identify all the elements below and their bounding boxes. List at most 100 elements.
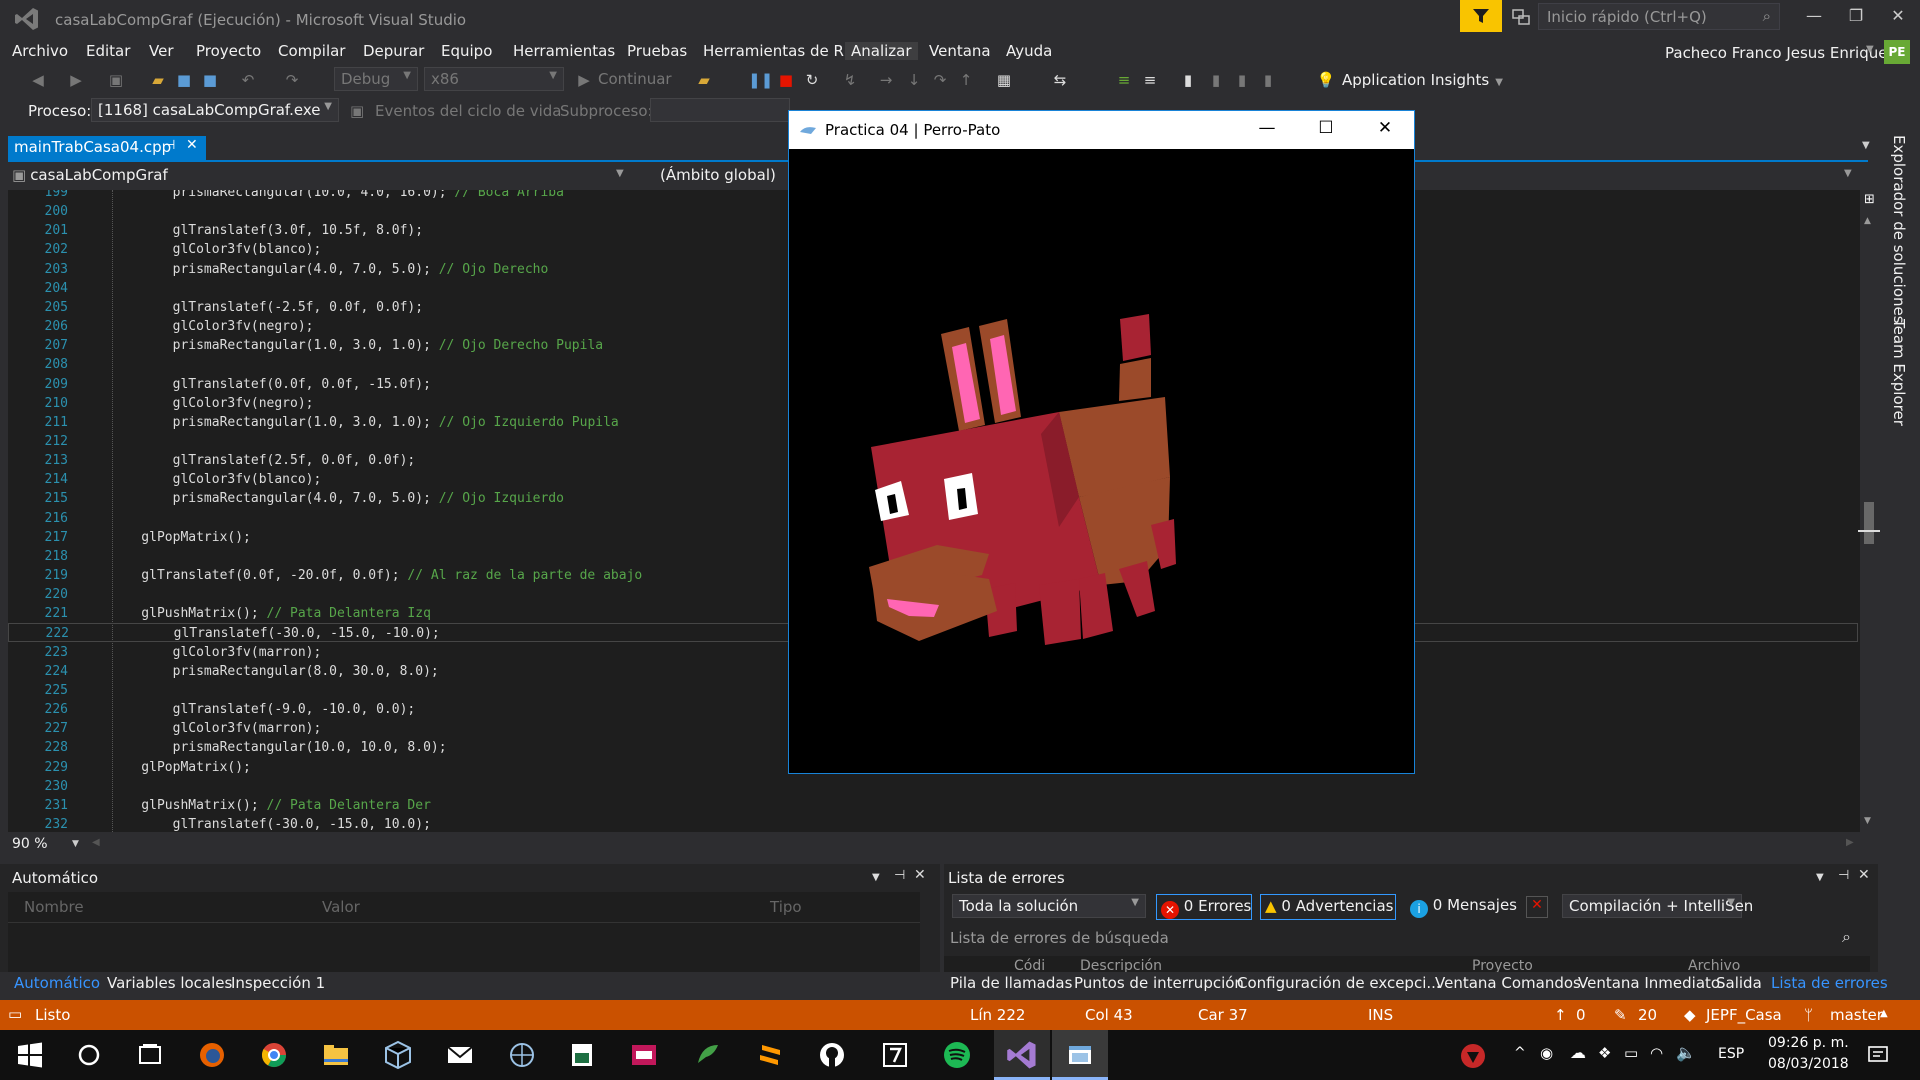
antivirus-tray-icon[interactable] [1460, 1043, 1486, 1069]
menu-herramientas-r[interactable]: Herramientas de R [703, 42, 844, 60]
chrome-icon[interactable] [258, 1039, 290, 1071]
avatar[interactable]: PE [1884, 40, 1910, 64]
chevron-up-icon[interactable]: ^ [1514, 1045, 1526, 1061]
chevron-down-icon[interactable]: ▼ [72, 839, 79, 849]
minimize-icon[interactable]: — [1252, 118, 1282, 142]
step-over-icon[interactable]: ↓ [904, 70, 924, 90]
scope-dropdown[interactable]: Toda la solución ▼ [952, 894, 1146, 918]
tab-automatico[interactable]: Automático [14, 974, 100, 992]
save-all-icon[interactable]: ■ [200, 70, 220, 90]
chevron-down-icon[interactable]: ▼ [1844, 168, 1852, 179]
code-line[interactable]: 230 [8, 777, 1858, 796]
menu-herramientas[interactable]: Herramientas [513, 42, 615, 60]
clock-time[interactable]: 09:26 p. m. [1768, 1035, 1849, 1051]
file-explorer-icon[interactable] [320, 1039, 352, 1071]
opengl-app-window[interactable]: Practica 04 | Perro-Pato — ☐ ✕ [788, 110, 1415, 774]
warnings-filter-button[interactable]: ▲ 0 Advertencias [1260, 894, 1396, 920]
restore-icon[interactable]: ❐ [1838, 6, 1874, 30]
undo-icon[interactable]: ↶ [238, 70, 258, 90]
github-icon[interactable] [816, 1039, 848, 1071]
clear-filter-icon[interactable]: ✕ [1526, 896, 1548, 918]
menu-ver[interactable]: Ver [149, 42, 174, 60]
solution-explorer-tab[interactable]: Explorador de soluciones [1890, 135, 1908, 324]
maximize-icon[interactable]: ☐ [1311, 118, 1341, 142]
scroll-down-icon[interactable]: ▼ [1864, 816, 1871, 826]
tab-immediate-window[interactable]: Ventana Inmediato [1578, 974, 1720, 992]
close-icon[interactable]: ✕ [914, 867, 926, 883]
search-icon[interactable]: ⌕ [1842, 927, 1851, 947]
spreadsheet-icon[interactable] [566, 1039, 598, 1071]
chevron-down-icon[interactable]: ▼ [872, 872, 880, 883]
tab-error-list[interactable]: Lista de errores [1771, 974, 1888, 992]
tab-output[interactable]: Salida [1716, 974, 1762, 992]
chevron-down-icon[interactable]: ▼ [1816, 872, 1824, 883]
pause-icon[interactable]: ❚❚ [748, 70, 773, 90]
spotify-icon[interactable] [941, 1039, 973, 1071]
unpushed-count[interactable]: 0 [1576, 1006, 1586, 1024]
feedback-icon[interactable] [1510, 6, 1532, 28]
chevron-up-icon[interactable]: ▲ [1880, 1008, 1888, 1019]
menu-analizar[interactable]: Analizar [845, 42, 918, 60]
menu-proyecto[interactable]: Proyecto [196, 42, 261, 60]
sublime-text-icon[interactable] [754, 1039, 786, 1071]
tab-inspeccion-1[interactable]: Inspección 1 [231, 974, 325, 992]
windows-start-icon[interactable] [14, 1039, 46, 1071]
hex-icon[interactable]: ▦ [994, 70, 1014, 90]
opengl-canvas[interactable] [789, 149, 1414, 773]
app-window-titlebar[interactable]: Practica 04 | Perro-Pato — ☐ ✕ [789, 111, 1414, 149]
action-center-icon[interactable] [1866, 1043, 1890, 1067]
tab-breakpoints[interactable]: Puntos de interrupción [1074, 974, 1244, 992]
pin-icon[interactable]: ⊣ [164, 138, 175, 153]
pencil-icon[interactable]: ✎ [1614, 1006, 1627, 1024]
process-dropdown[interactable]: [1168] casaLabCompGraf.exe ▼ [91, 98, 339, 122]
threads-icon[interactable]: ⇆ [1050, 70, 1070, 90]
pending-changes-count[interactable]: 20 [1638, 1006, 1657, 1024]
virtualbox-icon[interactable] [382, 1039, 414, 1071]
tab-overflow-icon[interactable]: ▼ [1862, 140, 1870, 151]
continue-button[interactable]: Continuar [598, 70, 672, 88]
lifecycle-icon[interactable]: ▣ [350, 102, 364, 120]
platform-dropdown[interactable]: x86 ▼ [424, 67, 564, 91]
chevron-down-icon[interactable]: ▼ [616, 168, 624, 179]
outdent-icon[interactable]: ≡ [1140, 70, 1160, 90]
team-explorer-tab[interactable]: Team Explorer [1890, 319, 1908, 426]
messages-filter-button[interactable]: i 0 Mensajes [1406, 894, 1517, 920]
new-project-icon[interactable]: ▣ [106, 70, 126, 90]
thread-dropdown[interactable] [650, 98, 790, 122]
menu-depurar[interactable]: Depurar [363, 42, 424, 60]
autos-grid[interactable]: Nombre Valor Tipo [8, 892, 920, 972]
menu-pruebas[interactable]: Pruebas [627, 42, 687, 60]
close-icon[interactable]: ✕ [1880, 6, 1916, 30]
show-next-icon[interactable]: → [876, 70, 896, 90]
wifi-icon[interactable]: ◠ [1650, 1044, 1663, 1062]
battery-icon[interactable]: ▭ [1624, 1044, 1638, 1062]
7zip-icon[interactable] [879, 1039, 911, 1071]
code-line[interactable]: 231 glPushMatrix(); // Pata Delantera De… [8, 796, 1858, 815]
branch-name[interactable]: master [1830, 1006, 1883, 1024]
next-bookmark-icon[interactable]: ▮ [1232, 70, 1252, 90]
close-icon[interactable]: ✕ [1858, 867, 1870, 883]
menu-equipo[interactable]: Equipo [441, 42, 492, 60]
tab-maintrabcasa04[interactable]: mainTrabCasa04.cpp ⊣ ✕ [8, 136, 206, 160]
scroll-right-icon[interactable]: ▶ [1846, 837, 1854, 848]
task-view-icon[interactable] [134, 1039, 166, 1071]
error-search-box[interactable]: Lista de errores de búsqueda ⌕ [944, 926, 1870, 950]
stop-icon[interactable]: ■ [776, 70, 796, 90]
tab-exception-settings[interactable]: Configuración de excepci... [1237, 974, 1441, 992]
close-icon[interactable]: ✕ [186, 137, 198, 153]
continue-icon[interactable]: ▶ [574, 70, 594, 90]
user-name[interactable]: Pacheco Franco Jesus Enrique [1665, 44, 1887, 62]
scroll-up-icon[interactable]: ▲ [1864, 216, 1871, 226]
forward-icon[interactable]: ▶ [66, 70, 86, 90]
menu-editar[interactable]: Editar [86, 42, 130, 60]
cortana-icon[interactable] [73, 1039, 105, 1071]
cloud-tray-icon[interactable]: ☁ [1570, 1043, 1586, 1062]
pin-icon[interactable]: ⊣ [1838, 868, 1849, 883]
clock-date[interactable]: 08/03/2018 [1768, 1056, 1849, 1072]
clear-bookmarks-icon[interactable]: ▮ [1258, 70, 1278, 90]
record-tray-icon[interactable]: ◉ [1540, 1044, 1553, 1062]
scroll-left-icon[interactable]: ◀ [92, 837, 100, 848]
opengl-app-taskbar-button[interactable] [1052, 1030, 1108, 1080]
tab-variables-locales[interactable]: Variables locales [107, 974, 232, 992]
step-out-icon[interactable]: ↷ [930, 70, 950, 90]
